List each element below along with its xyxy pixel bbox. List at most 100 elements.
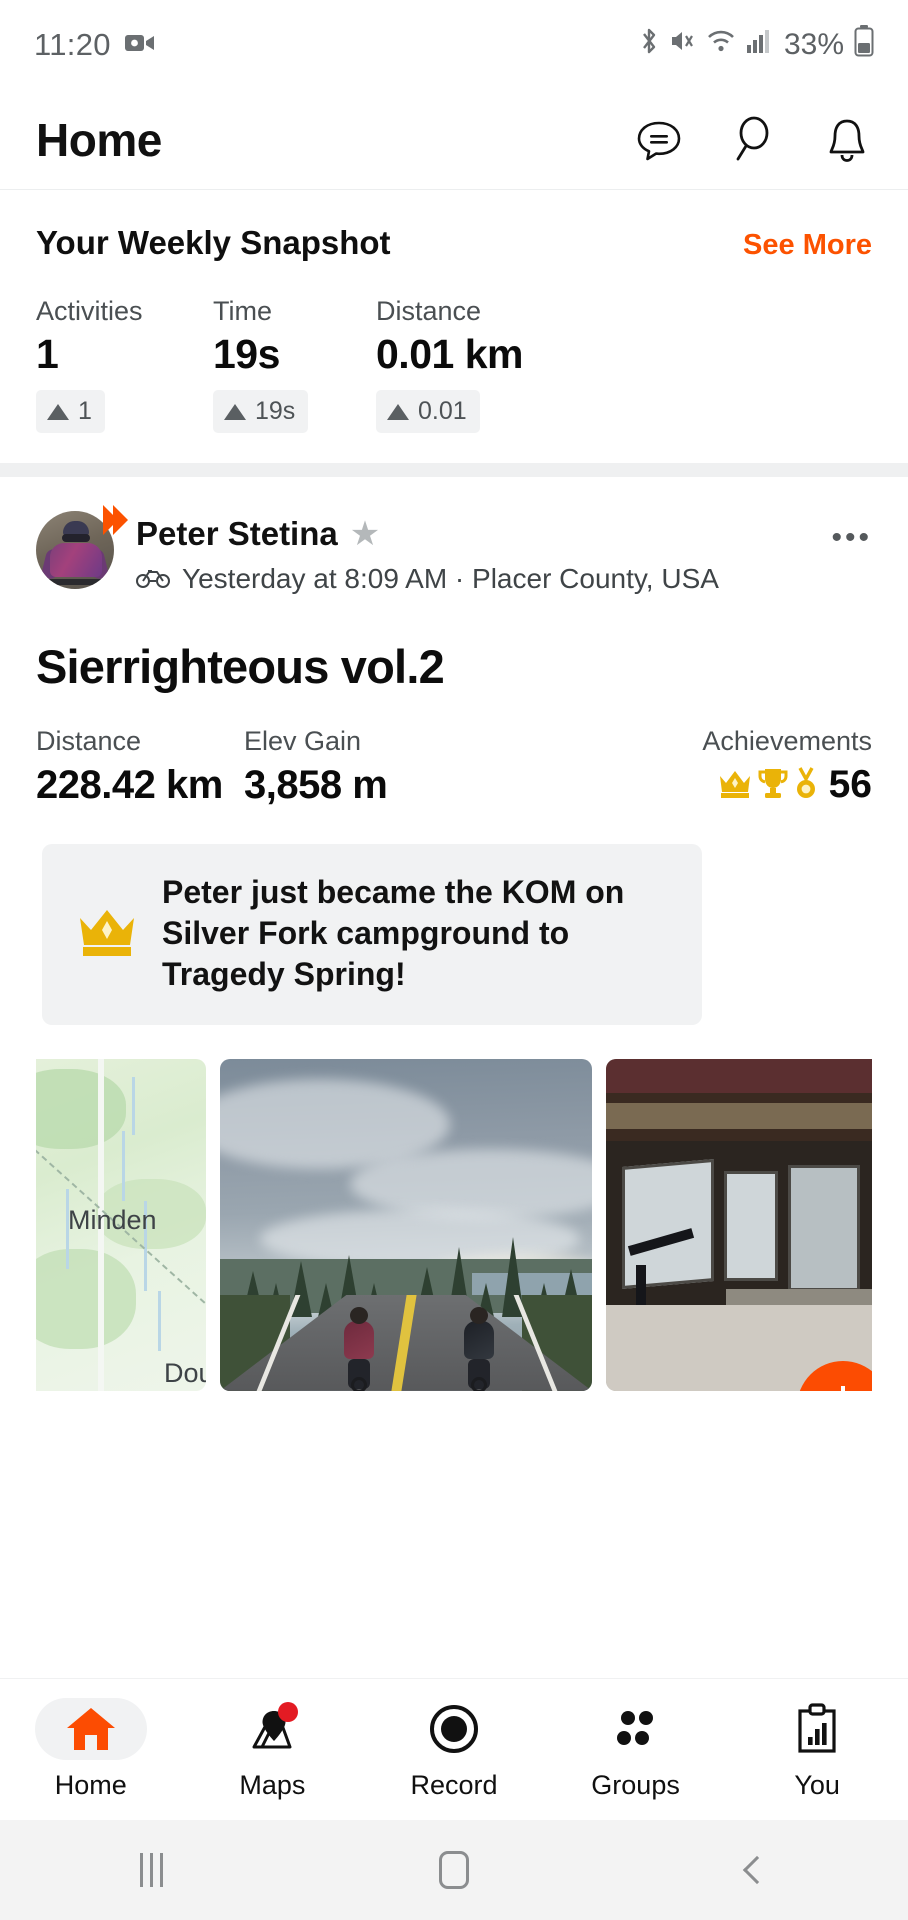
see-more-link[interactable]: See More [743, 229, 872, 262]
activity-more-options-button[interactable]: ••• [831, 511, 872, 555]
stat-label: Distance [376, 296, 482, 326]
cyclist-figure [338, 1306, 380, 1391]
bottom-navigation: Home Maps Record Groups You [0, 1678, 908, 1820]
activity-stat-achievements: Achievements 56 [702, 726, 872, 807]
battery-percent-label: 33% [783, 28, 844, 61]
trend-up-icon [387, 403, 409, 420]
weekly-snapshot-stats: Activities 1 1 Time 19s 19s Distance 0.0… [36, 296, 872, 433]
activity-stats: Distance 228.42 km Elev Gain 3,858 m Ach… [36, 726, 872, 808]
notifications-bell-icon[interactable] [822, 114, 872, 166]
page-title: Home [36, 113, 162, 166]
stat-delta-badge: 1 [36, 390, 105, 433]
stat-delta-value: 19s [255, 397, 296, 425]
cyclist-figure [458, 1306, 500, 1391]
mute-icon [670, 27, 696, 63]
status-bar: 11:20 33% [0, 0, 908, 90]
activity-media-strip[interactable]: Minden Dou [36, 1058, 872, 1391]
medal-icon [793, 766, 819, 805]
stat-label: Activities [36, 296, 143, 326]
achievements-count: 56 [828, 763, 872, 806]
map-label-minden: Minden [68, 1204, 157, 1235]
trophy-icon [757, 766, 789, 805]
nav-item-maps[interactable]: Maps [182, 1698, 364, 1801]
map-label-douglas: Dou [164, 1357, 206, 1388]
stat-label: Elev Gain [244, 726, 362, 756]
subscriber-chevron-badge [103, 505, 128, 535]
kom-banner-text: Peter just became the KOM on Silver Fork… [162, 874, 625, 992]
trend-up-icon [224, 403, 246, 420]
stat-value: 19s [213, 331, 280, 377]
stat-value: 3,858 m [244, 763, 388, 807]
battery-icon [854, 25, 874, 65]
record-circle-icon [398, 1698, 510, 1760]
cellular-signal-icon [746, 28, 770, 62]
wifi-icon [706, 28, 736, 62]
snapshot-stat-activities: Activities 1 1 [36, 296, 213, 433]
nav-item-record[interactable]: Record [363, 1698, 545, 1801]
stat-delta-badge: 19s [213, 390, 309, 433]
nav-label: Record [410, 1770, 498, 1800]
nav-label: You [794, 1770, 840, 1800]
android-system-nav [0, 1820, 908, 1920]
section-divider [0, 463, 908, 477]
groups-dots-icon [580, 1698, 692, 1760]
nav-label: Maps [239, 1770, 306, 1800]
trend-up-icon [47, 403, 69, 420]
stat-delta-value: 1 [78, 397, 92, 425]
nav-label: Home [54, 1770, 127, 1800]
nav-item-groups[interactable]: Groups [545, 1698, 727, 1801]
nav-item-home[interactable]: Home [0, 1698, 182, 1801]
app-header: Home [0, 90, 908, 190]
home-icon [34, 1698, 147, 1760]
athlete-row[interactable]: Peter Stetina ★ [136, 515, 719, 553]
activity-stat-elev-gain: Elev Gain 3,858 m [244, 726, 388, 808]
stat-delta-value: 0.01 [418, 397, 467, 425]
route-map-thumbnail[interactable]: Minden Dou [36, 1058, 206, 1391]
crown-icon [76, 902, 138, 965]
app-screen: 11:20 33% Home Your Weekly Snapshot See … [0, 0, 908, 1920]
crown-icon [717, 766, 753, 805]
recents-icon[interactable] [0, 1853, 303, 1887]
back-chevron-icon[interactable] [605, 1855, 908, 1885]
stat-delta-badge: 0.01 [376, 390, 480, 433]
nav-item-you[interactable]: You [726, 1698, 908, 1801]
bicycle-icon [136, 566, 170, 593]
activity-stat-distance: Distance 228.42 km [36, 726, 244, 808]
clipboard-chart-icon [761, 1698, 873, 1760]
activity-title[interactable]: Sierrighteous vol.2 [36, 639, 872, 694]
kom-banner[interactable]: Peter just became the KOM on Silver Fork… [42, 844, 702, 1025]
weekly-snapshot-card: Your Weekly Snapshot See More Activities… [0, 190, 908, 463]
achievements-label: Achievements [702, 726, 872, 756]
messages-icon[interactable] [634, 114, 684, 166]
status-bar-clock: 11:20 [34, 27, 111, 62]
header-actions [634, 114, 872, 166]
home-square-icon[interactable] [303, 1851, 606, 1889]
weekly-snapshot-title: Your Weekly Snapshot [36, 224, 391, 261]
activity-card: Peter Stetina ★ Yesterday at 8:09 AM · P… [0, 477, 908, 1391]
activity-subtitle: Yesterday at 8:09 AM · Placer County, US… [182, 563, 719, 594]
achievements-row: 56 [717, 763, 872, 807]
video-record-icon [124, 28, 155, 62]
search-icon[interactable] [728, 114, 778, 166]
stat-label: Time [213, 296, 272, 326]
activity-header: Peter Stetina ★ Yesterday at 8:09 AM · P… [36, 505, 872, 595]
snapshot-stat-time: Time 19s 19s [213, 296, 376, 433]
stat-label: Distance [36, 726, 142, 756]
activity-photo-shop-exterior[interactable] [606, 1058, 872, 1391]
stat-value: 1 [36, 331, 59, 377]
activity-meta: Peter Stetina ★ Yesterday at 8:09 AM · P… [136, 511, 719, 595]
athlete-name[interactable]: Peter Stetina [136, 515, 338, 553]
bluetooth-icon [638, 26, 660, 64]
activity-photo-cyclists-road[interactable] [220, 1058, 592, 1391]
snapshot-stat-distance: Distance 0.01 km 0.01 [376, 296, 523, 433]
weekly-snapshot-header: Your Weekly Snapshot See More [36, 224, 872, 262]
activity-subtitle-row: Yesterday at 8:09 AM · Placer County, US… [136, 563, 719, 595]
status-bar-left: 11:20 [34, 27, 155, 63]
stat-value: 228.42 km [36, 763, 223, 807]
status-bar-right: 33% [638, 25, 874, 65]
map-pin-icon [216, 1698, 328, 1760]
nav-label: Groups [591, 1770, 680, 1800]
favorite-star-icon[interactable]: ★ [350, 517, 380, 551]
stat-value: 0.01 km [376, 331, 523, 377]
avatar[interactable] [36, 505, 128, 589]
